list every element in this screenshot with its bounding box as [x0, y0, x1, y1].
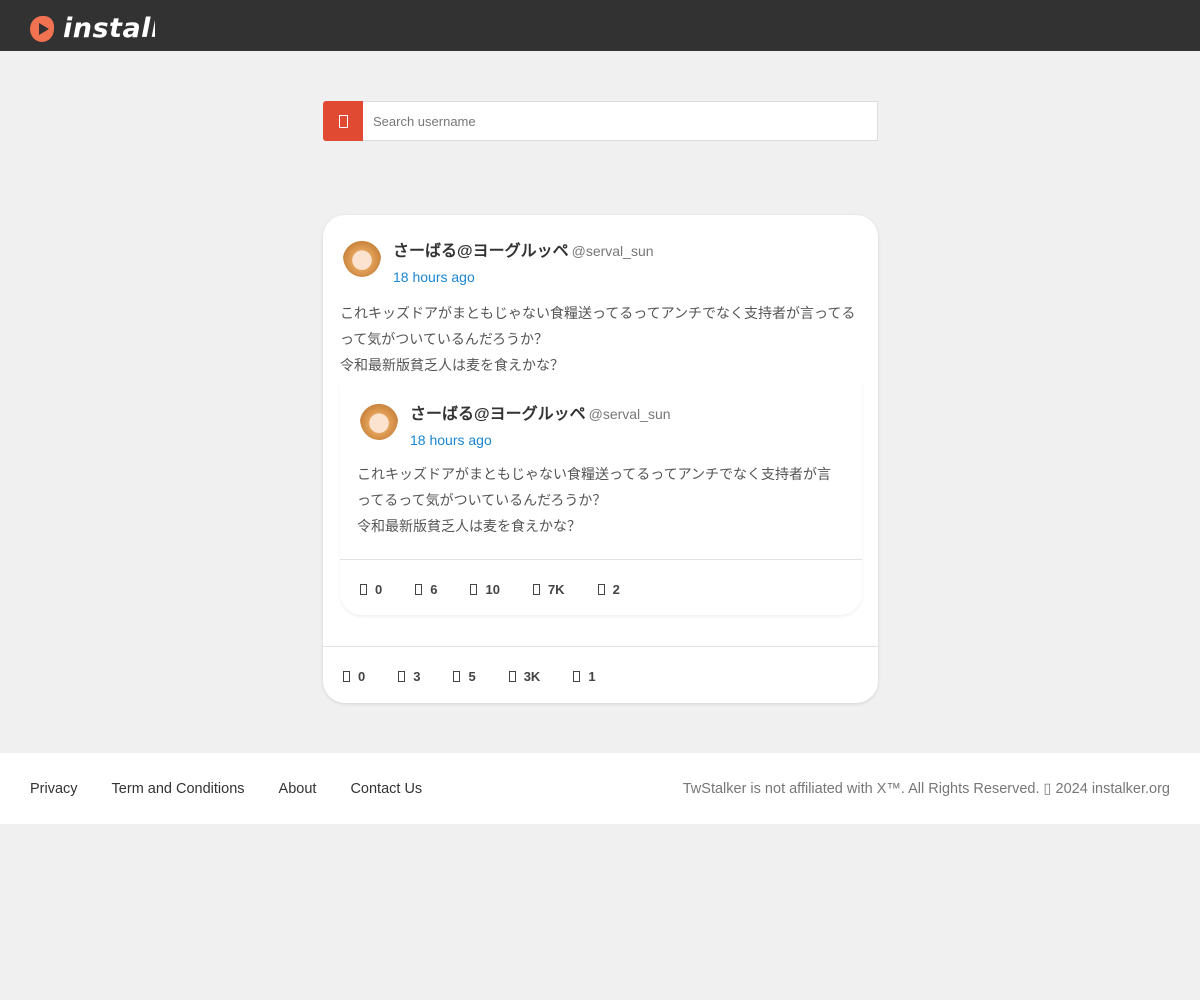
views-icon	[508, 671, 516, 682]
post-header: さーばる@ヨーグルッペ @serval_sun 18 hours ago	[343, 235, 654, 285]
quoted-post[interactable]: さーばる@ヨーグルッペ @serval_sun 18 hours ago これキッ…	[340, 383, 862, 615]
text-line: って気がついているんだろうか？	[340, 331, 549, 347]
search-bar	[323, 101, 878, 141]
retweet-stat[interactable]: 3	[398, 669, 420, 684]
divider	[323, 646, 878, 647]
display-name[interactable]: さーばる@ヨーグルッペ	[393, 243, 569, 260]
handle[interactable]: @serval_sun	[589, 406, 671, 422]
search-button[interactable]	[323, 101, 363, 141]
bookmark-stat[interactable]: 1	[573, 669, 596, 684]
count: 3	[413, 669, 421, 684]
timestamp[interactable]: 18 hours ago	[410, 432, 671, 448]
bookmark-icon	[573, 671, 581, 682]
like-icon	[453, 671, 461, 682]
text-line: ってるって気がついているんだろうか？	[357, 492, 607, 508]
like-stat[interactable]: 5	[453, 669, 476, 684]
text-line: 令和最新版貧乏人は麦を食えかな？	[340, 357, 564, 373]
post-card: さーばる@ヨーグルッペ @serval_sun 18 hours ago これキッ…	[323, 215, 878, 703]
views-stat[interactable]: 3K	[508, 669, 541, 684]
footer: Privacy Term and Conditions About Contac…	[0, 753, 1200, 824]
retweet-icon	[398, 671, 406, 682]
reply-stat[interactable]: 0	[343, 669, 365, 684]
count: 10	[485, 582, 500, 597]
bookmark-stat[interactable]: 2	[597, 582, 620, 597]
count: 0	[358, 669, 366, 684]
divider	[340, 559, 862, 560]
footer-link-about[interactable]: About	[279, 781, 317, 797]
quoted-text: これキッズドアがまともじゃない食糧送ってるってアンチでなく支持者が言 ってるって…	[357, 461, 831, 539]
post-stats: 0 3 5 3K 1	[343, 669, 629, 684]
handle[interactable]: @serval_sun	[572, 243, 654, 259]
retweet-icon	[415, 584, 423, 595]
avatar[interactable]	[343, 235, 381, 277]
copyright: TwStalker is not affiliated with X™. All…	[682, 780, 1170, 797]
count: 1	[588, 669, 596, 684]
logo[interactable]: instalker	[30, 13, 155, 44]
like-stat[interactable]: 10	[470, 582, 500, 597]
search-icon	[338, 114, 348, 128]
text-line: これキッズドアがまともじゃない食糧送ってるってアンチでなく支持者が言ってる	[340, 305, 856, 321]
reply-icon	[360, 584, 367, 595]
bookmark-icon	[597, 584, 605, 595]
search-input[interactable]	[363, 101, 878, 141]
count: 5	[468, 669, 476, 684]
footer-link-terms[interactable]: Term and Conditions	[112, 781, 245, 797]
footer-link-contact[interactable]: Contact Us	[350, 781, 422, 797]
avatar[interactable]	[360, 398, 398, 440]
reply-icon	[343, 671, 350, 682]
retweet-stat[interactable]: 6	[415, 582, 437, 597]
timestamp[interactable]: 18 hours ago	[393, 269, 654, 285]
count: 6	[430, 582, 438, 597]
post-text: これキッズドアがまともじゃない食糧送ってるってアンチでなく支持者が言ってる って…	[340, 300, 855, 378]
display-name[interactable]: さーばる@ヨーグルッペ	[410, 406, 586, 423]
count: 0	[375, 582, 383, 597]
top-bar: instalker	[0, 0, 1200, 51]
count: 3K	[523, 669, 541, 684]
count: 2	[612, 582, 620, 597]
text-line: 令和最新版貧乏人は麦を食えかな？	[357, 518, 581, 534]
views-icon	[532, 584, 540, 595]
text-line: これキッズドアがまともじゃない食糧送ってるってアンチでなく支持者が言	[357, 466, 832, 482]
like-icon	[470, 584, 478, 595]
logo-icon	[30, 15, 54, 42]
footer-link-privacy[interactable]: Privacy	[30, 781, 78, 797]
quoted-stats: 0 6 10 7K 2	[360, 582, 653, 597]
logo-text: instalker	[63, 13, 155, 44]
count: 7K	[547, 582, 565, 597]
reply-stat[interactable]: 0	[360, 582, 382, 597]
views-stat[interactable]: 7K	[532, 582, 565, 597]
